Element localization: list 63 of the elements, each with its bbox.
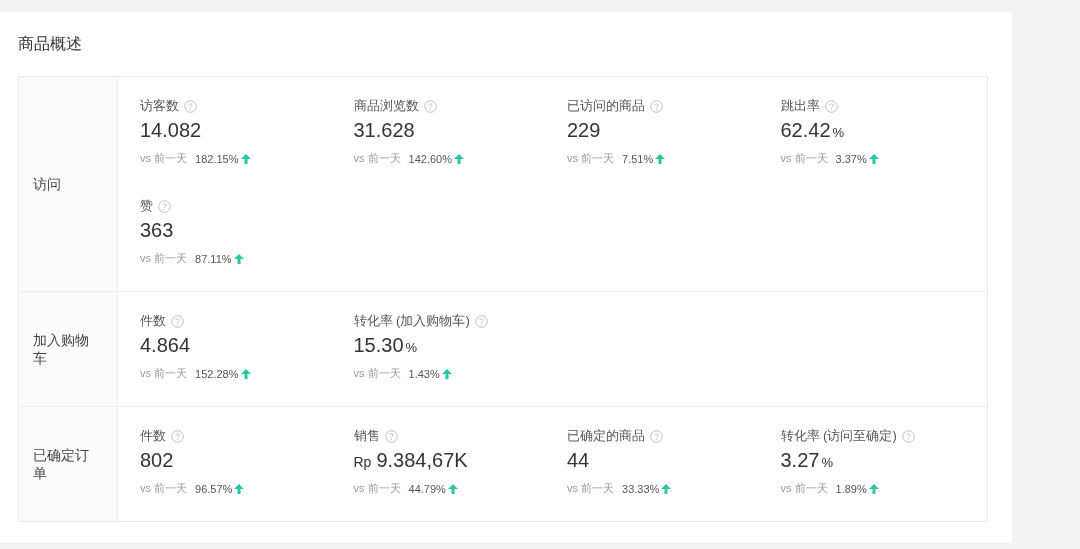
compare-label: vs 前一天 (353, 366, 401, 381)
change-value: 96.57% (195, 482, 233, 495)
help-icon[interactable] (650, 429, 663, 443)
metric-value: 9.384,67K (376, 449, 468, 472)
metric-value: 802 (140, 449, 174, 472)
compare-label: vs 前一天 (140, 251, 188, 266)
compare-label: vs 前一天 (353, 151, 401, 166)
compare-label: vs 前一天 (567, 151, 615, 166)
change-value: 1.43% (408, 367, 440, 380)
change-value: 182.15% (195, 152, 239, 165)
unit-label: % (405, 340, 418, 355)
metric-value: 14.082 (140, 119, 202, 142)
compare-label: vs 前一天 (567, 481, 615, 496)
metric-label: 件数 (140, 427, 166, 445)
help-icon[interactable] (184, 99, 197, 113)
compare-label: vs 前一天 (780, 481, 828, 496)
metric-value: 4.864 (140, 334, 191, 357)
compare-label: vs 前一天 (780, 151, 828, 166)
metric-value: 31.628 (353, 119, 415, 142)
help-icon[interactable] (423, 99, 437, 113)
metric-label: 件数 (140, 312, 166, 330)
change-value: 3.37% (835, 152, 867, 165)
change-value: 87.11% (195, 252, 232, 265)
metric-label: 已访问的商品 (567, 97, 645, 115)
change-value: 152.28% (195, 367, 239, 380)
change-value: 44.79% (408, 482, 446, 495)
help-icon[interactable] (474, 314, 488, 328)
currency-label: Rp (353, 454, 372, 470)
help-icon[interactable] (171, 314, 184, 328)
help-icon[interactable] (158, 199, 171, 213)
unit-label: % (821, 455, 833, 470)
metric-value: 363 (140, 219, 174, 242)
section-title: 商品概述 (18, 34, 83, 54)
metric-value: 44 (567, 449, 590, 472)
metric-label: 跳出率 (780, 97, 820, 115)
change-value: 33.33% (622, 482, 660, 495)
compare-label: vs 前一天 (353, 481, 401, 496)
change-value: 142.60% (408, 152, 452, 165)
metric-value: 62.42 (780, 119, 831, 142)
unit-label: % (832, 125, 845, 140)
compare-label: vs 前一天 (140, 366, 188, 381)
help-icon[interactable] (650, 99, 663, 113)
metric-value: 229 (567, 119, 601, 142)
help-icon[interactable] (901, 429, 915, 443)
help-icon[interactable] (824, 99, 838, 113)
metric-value: 3.27 (780, 449, 820, 472)
change-value: 1.89% (835, 482, 867, 495)
metric-label: 转化率 (加入购物车) (353, 312, 470, 330)
metric-label: 赞 (140, 197, 153, 215)
row-label: 加入购物车 (19, 292, 118, 406)
row-label: 已确定订单 (19, 407, 118, 521)
metric-label: 销售 (353, 427, 380, 445)
help-icon[interactable] (171, 429, 184, 443)
help-icon[interactable] (384, 429, 398, 443)
metric-label: 已确定的商品 (567, 427, 645, 445)
row-label: 访问 (19, 77, 118, 291)
metric-label: 转化率 (访问至确定) (780, 427, 897, 445)
metric-label: 访客数 (140, 97, 179, 115)
metric-value: 15.30 (353, 334, 404, 357)
metric-label: 商品浏览数 (353, 97, 419, 115)
compare-label: vs 前一天 (140, 481, 188, 496)
change-value: 7.51% (622, 152, 654, 165)
compare-label: vs 前一天 (140, 151, 188, 166)
